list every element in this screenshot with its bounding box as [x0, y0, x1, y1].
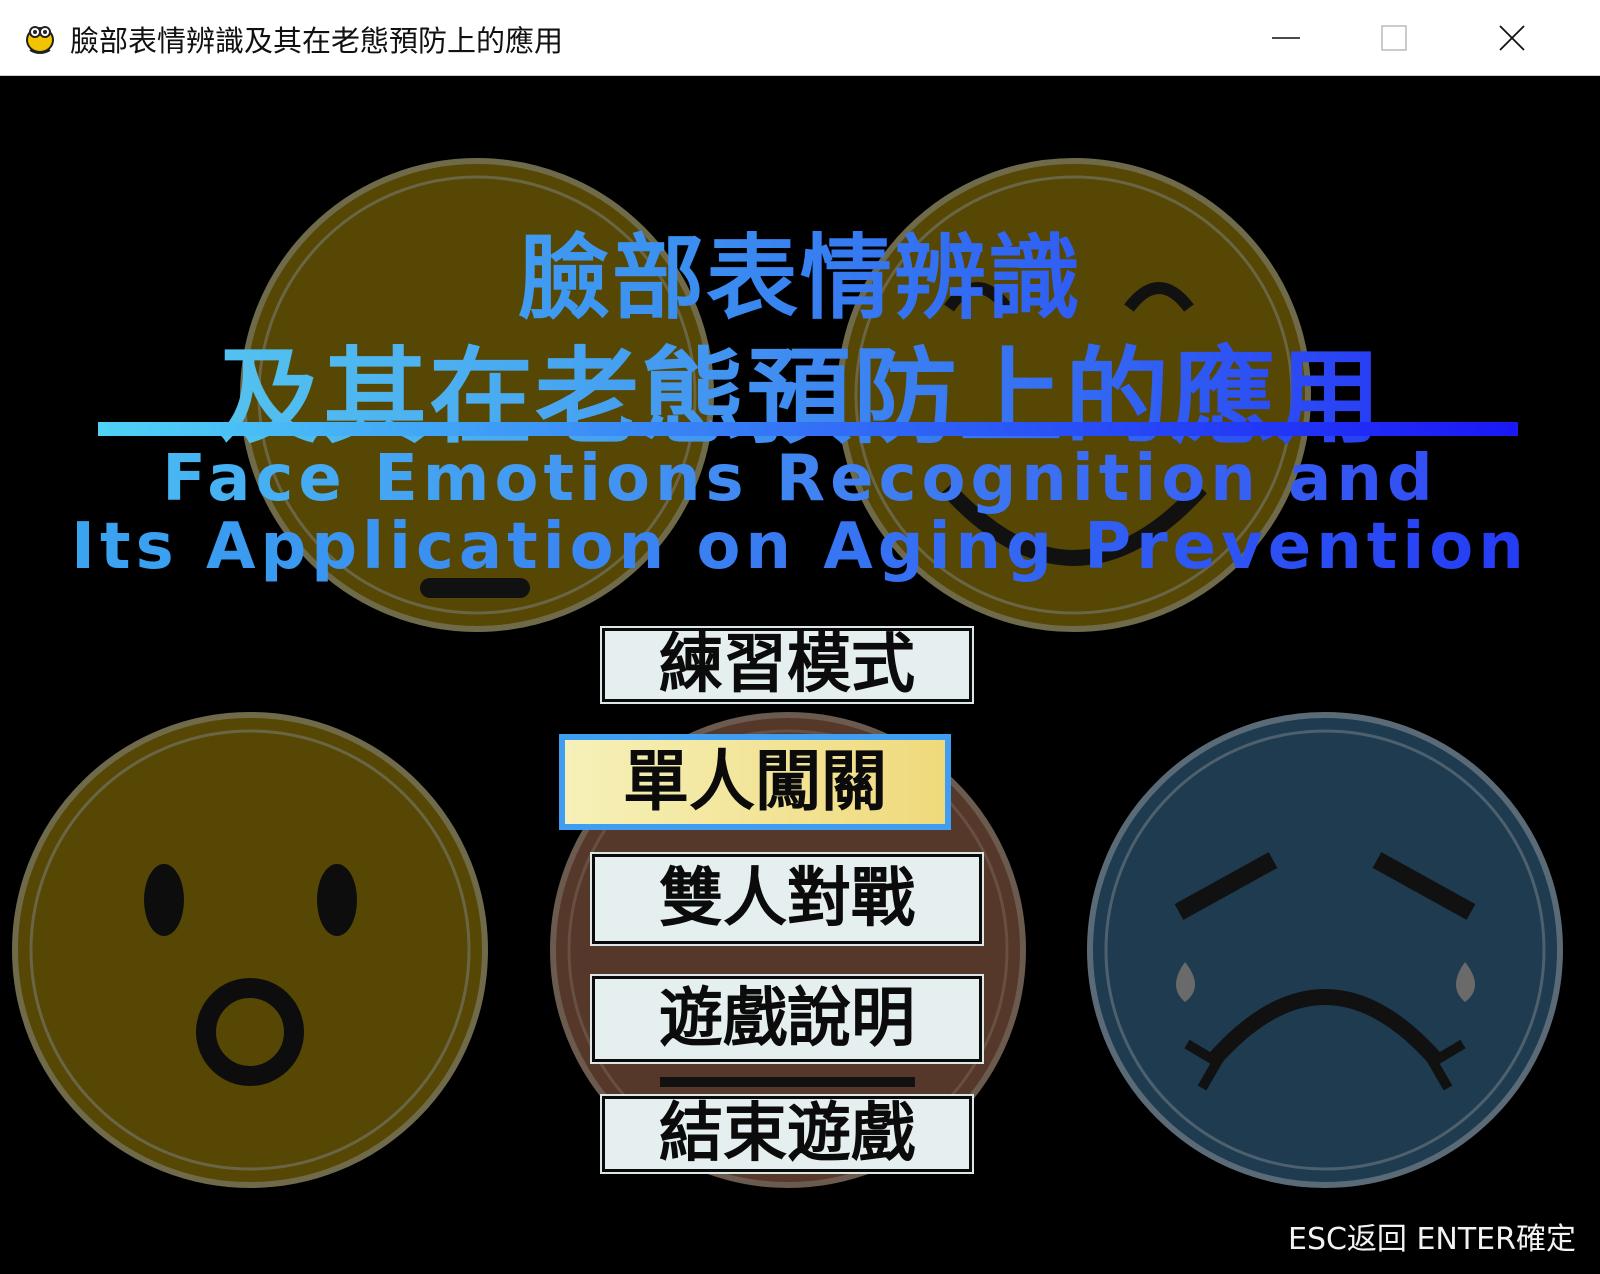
menu-practice-mode[interactable]: 練習模式	[600, 626, 974, 704]
menu-two-player[interactable]: 雙人對戰	[590, 852, 984, 946]
title-divider	[98, 422, 1518, 436]
title-english-line2: Its Application on Aging Prevention	[2, 510, 1598, 584]
title-english-line1: Face Emotions Recognition and	[2, 442, 1598, 516]
close-button[interactable]	[1482, 0, 1594, 76]
game-canvas: 臉部表情辨識 及其在老態預防上的應用 Face Emotions Recogni…	[2, 76, 1598, 1272]
app-icon	[22, 20, 58, 56]
menu-exit-game[interactable]: 結束遊戲	[600, 1094, 974, 1174]
crying-face-icon	[1087, 712, 1563, 1188]
minimize-button[interactable]	[1250, 0, 1362, 76]
keyboard-hint: ESC返回 ENTER確定	[1287, 1222, 1576, 1257]
title-chinese-line2: 及其在老態預防上的應用	[2, 312, 1598, 463]
menu-single-player[interactable]: 單人闖關	[559, 734, 951, 830]
maximize-button[interactable]	[1365, 0, 1477, 76]
surprised-face-icon	[12, 712, 488, 1188]
menu-instructions[interactable]: 遊戲說明	[590, 974, 984, 1064]
window-title: 臉部表情辨識及其在老態預防上的應用	[70, 24, 564, 58]
window-titlebar: 臉部表情辨識及其在老態預防上的應用	[0, 0, 1600, 76]
